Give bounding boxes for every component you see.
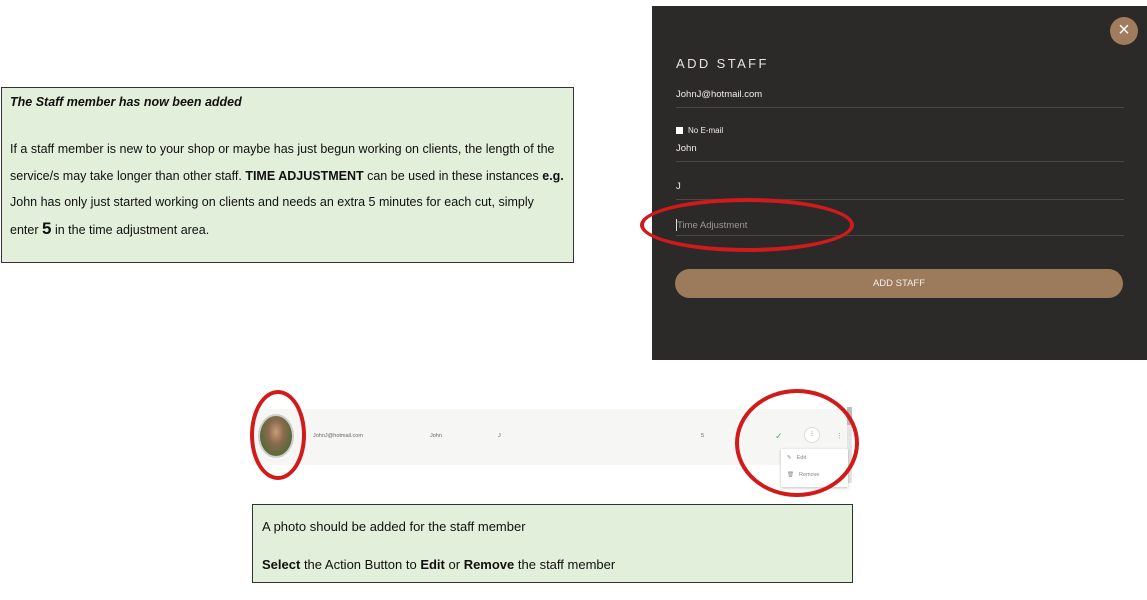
no-email-checkbox[interactable]: [676, 127, 683, 134]
staff-last-name-cell: J: [498, 433, 501, 439]
add-staff-button[interactable]: ADD STAFF: [675, 269, 1123, 298]
note-bold-select: Select: [262, 557, 301, 572]
no-email-label: No E-mail: [688, 126, 724, 135]
highlight-circle-action-button: [735, 389, 859, 497]
highlight-circle-avatar: [250, 390, 306, 480]
highlight-circle-time-adjustment: [640, 198, 854, 252]
note-bold-remove: Remove: [463, 557, 515, 572]
add-staff-modal: × ADD STAFF JohnJ@hotmail.com No E-mail …: [652, 6, 1147, 360]
note-body: If a staff member is new to your shop or…: [10, 136, 565, 243]
note-line-photo: A photo should be added for the staff me…: [262, 519, 526, 534]
note-bold-term: TIME ADJUSTMENT: [245, 168, 364, 183]
instruction-note-time-adjustment: The Staff member has now been added If a…: [1, 87, 574, 263]
close-icon[interactable]: ×: [1110, 17, 1138, 45]
instruction-note-actions: A photo should be added for the staff me…: [252, 504, 853, 583]
staff-email-cell: JohnJ@hotmail.com: [313, 433, 363, 439]
modal-title: ADD STAFF: [676, 56, 769, 71]
note-text: the Action Button to: [303, 557, 417, 572]
note-text: in the time adjustment area.: [54, 222, 210, 237]
note-big-number: 5: [41, 218, 52, 238]
note-bold-term: e.g.: [542, 168, 564, 183]
email-field[interactable]: JohnJ@hotmail.com: [676, 89, 1124, 108]
note-bold-edit: Edit: [420, 557, 445, 572]
note-line-actions: Select the Action Button to Edit or Remo…: [262, 555, 843, 574]
note-text: the staff member: [517, 557, 616, 572]
staff-first-name-cell: John: [430, 433, 442, 439]
first-name-field[interactable]: John: [676, 143, 1124, 162]
staff-time-adjustment-cell: 5: [701, 433, 705, 439]
no-email-checkbox-row[interactable]: No E-mail: [676, 126, 723, 135]
note-text: can be used in these instances: [367, 168, 539, 183]
note-text: or: [448, 557, 461, 572]
note-title: The Staff member has now been added: [10, 95, 242, 109]
